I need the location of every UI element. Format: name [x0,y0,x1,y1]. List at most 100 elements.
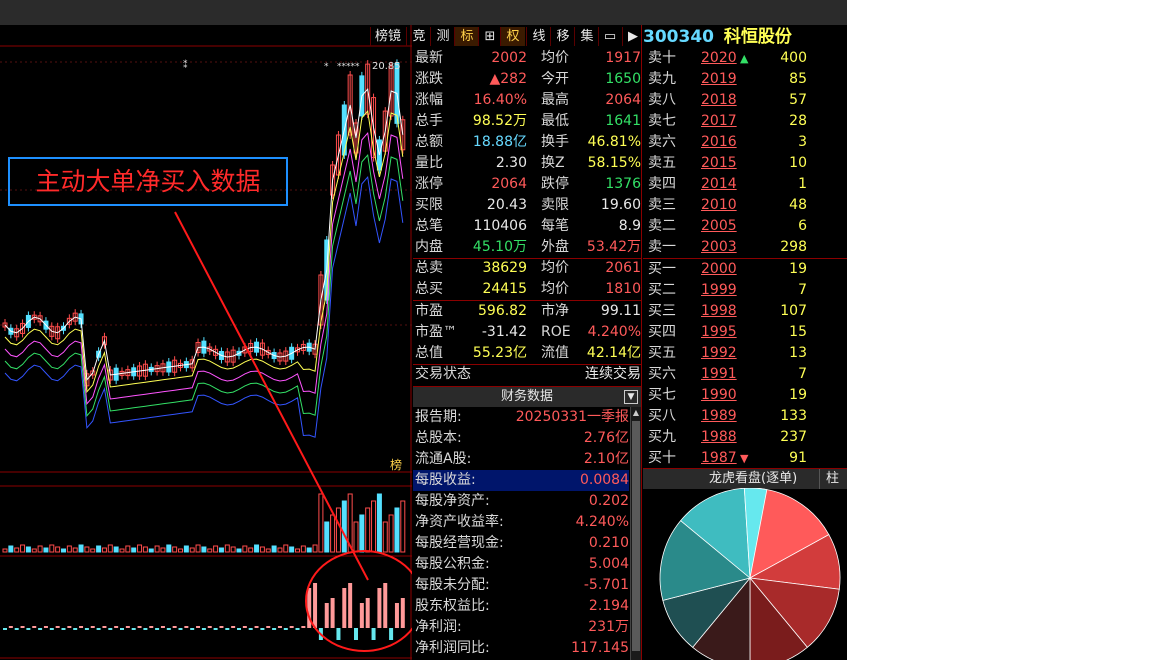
volume-bar [365,507,371,553]
toolbar-button-6[interactable]: 线 [526,27,551,46]
ask-row[interactable]: 卖三 2010 48 [643,195,847,216]
orderbook-level-label: 卖十 [648,50,676,66]
finance-row[interactable]: 每股公积金: 5.004 [413,554,629,575]
ask-row[interactable]: 卖八 2018 57 [643,90,847,111]
bid-row[interactable]: 买九 1988 237 [643,427,847,448]
orderbook-price: 1992 [701,345,737,361]
volume-bar [66,545,72,553]
finance-value: 0.0084 [580,472,629,488]
bid-row[interactable]: 买七 1990 19 [643,385,847,406]
finance-row[interactable]: 净利润: 231万 [413,617,629,638]
dragon-tab-bar[interactable]: 柱 [819,469,839,489]
volume-bar [154,545,160,553]
bid-row[interactable]: 买二 1999 7 [643,280,847,301]
bid-row[interactable]: 买六 1991 7 [643,364,847,385]
finance-label: 每股未分配: [415,577,490,593]
quote-label: 跌停 [541,176,569,192]
bid-row[interactable]: 买一 2000 19 [643,259,847,280]
toolbar-button-8[interactable]: 集 [574,27,599,46]
finance-value: -5.701 [583,577,629,593]
scroll-thumb[interactable] [632,421,640,651]
orderbook-volume: 13 [789,345,807,361]
quote-label: 内盘 [415,239,443,255]
quote-value: 38629 [482,260,527,276]
finance-label: 总股本: [415,430,462,446]
quote-value: 596.82 [478,303,527,319]
toolbar-button-9[interactable]: ▭ [598,27,621,46]
finance-value: 0.210 [588,535,629,551]
volume-bar [55,546,61,553]
finance-row[interactable]: 净利润同比: 117.145 [413,638,629,659]
toolbar-button-10[interactable]: ▶ [622,27,643,46]
finance-row[interactable]: 净资产收益率: 4.240% [413,512,629,533]
net-buy-bar [8,626,13,628]
kline-chart[interactable]: 20.85 ***** * ⁑ 榜 [0,25,412,660]
net-buy-bar [254,626,259,628]
quote-label: 量比 [415,155,443,171]
finance-row[interactable]: 流通A股: 2.10亿 [413,449,629,470]
finance-row[interactable]: 每股收益: 0.0084 [413,470,629,491]
toolbar-button-3[interactable]: 标 [454,27,479,46]
toolbar-button-2[interactable]: 测 [430,27,455,46]
orderbook-level-label: 买七 [648,387,676,403]
annotation-pointer-line [174,211,369,581]
scroll-up-arrow-icon[interactable]: ▲ [631,407,641,419]
quote-value: 18.88亿 [472,134,527,150]
bid-row[interactable]: 买五 1992 13 [643,343,847,364]
volume-bar [330,514,336,553]
quote-value: 45.10万 [472,239,527,255]
quote-value: 2002 [491,50,527,66]
finance-row[interactable]: 每股净资产: 0.202 [413,491,629,512]
orderbook-level-label: 卖九 [648,71,676,87]
finance-row[interactable]: 股东权益比: 2.194 [413,596,629,617]
toolbar-button-1[interactable]: 竞 [406,27,431,46]
quote-value: 2061 [605,260,641,276]
indicator-tab-label[interactable]: 榜 [390,457,402,472]
volume-bar [148,548,154,553]
net-buy-bar [14,628,19,630]
net-buy-bar [149,626,154,628]
bid-row[interactable]: 买十 1987 91 ▼ [643,448,847,469]
volume-bar [43,547,49,553]
top-star-marker: * [324,62,329,72]
quote-value: 58.15% [587,155,641,171]
finance-row[interactable]: 每股未分配: -5.701 [413,575,629,596]
quote-label: 总卖 [415,260,443,276]
ask-row[interactable]: 卖九 2019 85 [643,69,847,90]
ask-row[interactable]: 卖十 2020 400 ▲ [643,48,847,69]
bid-row[interactable]: 买三 1998 107 [643,301,847,322]
orderbook-level-label: 买十 [648,450,676,466]
ask-row[interactable]: 卖五 2015 10 [643,153,847,174]
net-buy-bar [166,628,171,630]
finance-scrollbar[interactable]: ▲ [630,407,641,660]
volume-bar [289,546,295,553]
trade-status-label: 交易状态 [415,366,471,382]
finance-dropdown-icon[interactable]: ▼ [624,390,638,404]
ask-row[interactable]: 卖一 2003 298 [643,237,847,258]
orderbook-volume: 6 [798,218,807,234]
ask-row[interactable]: 卖四 2014 1 [643,174,847,195]
quote-value: 2064 [605,92,641,108]
quote-label: 外盘 [541,239,569,255]
bid-row[interactable]: 买八 1989 133 [643,406,847,427]
toolbar-button-5[interactable]: 权 [500,27,525,46]
toolbar-button-0[interactable]: 榜镜 [370,27,405,46]
quote-row: 总额 18.88亿 换手 46.81% [413,132,641,153]
bid-row[interactable]: 买四 1995 15 [643,322,847,343]
finance-label: 净资产收益率: [415,514,504,530]
ask-row[interactable]: 卖二 2005 6 [643,216,847,237]
quote-row: 涨跌 ▲282 今开 1650 [413,69,641,90]
dragon-header[interactable]: 龙虎看盘(逐单) 柱 [643,468,847,489]
volume-bar [125,545,131,553]
down-arrow-icon: ▼ [740,452,749,465]
ask-row[interactable]: 卖六 2016 3 [643,132,847,153]
finance-row[interactable]: 总股本: 2.76亿 [413,428,629,449]
ask-row[interactable]: 卖七 2017 28 [643,111,847,132]
finance-value: 2.76亿 [583,430,629,446]
toolbar-button-7[interactable]: 移 [550,27,575,46]
stock-code: 300340 [643,27,714,47]
finance-row[interactable]: 每股经营现金: 0.210 [413,533,629,554]
finance-row[interactable]: 报告期: 20250331一季报 [413,407,629,428]
toolbar-button-4[interactable]: ⊞ [478,27,501,46]
finance-header[interactable]: 财务数据 ▼ [413,386,641,407]
